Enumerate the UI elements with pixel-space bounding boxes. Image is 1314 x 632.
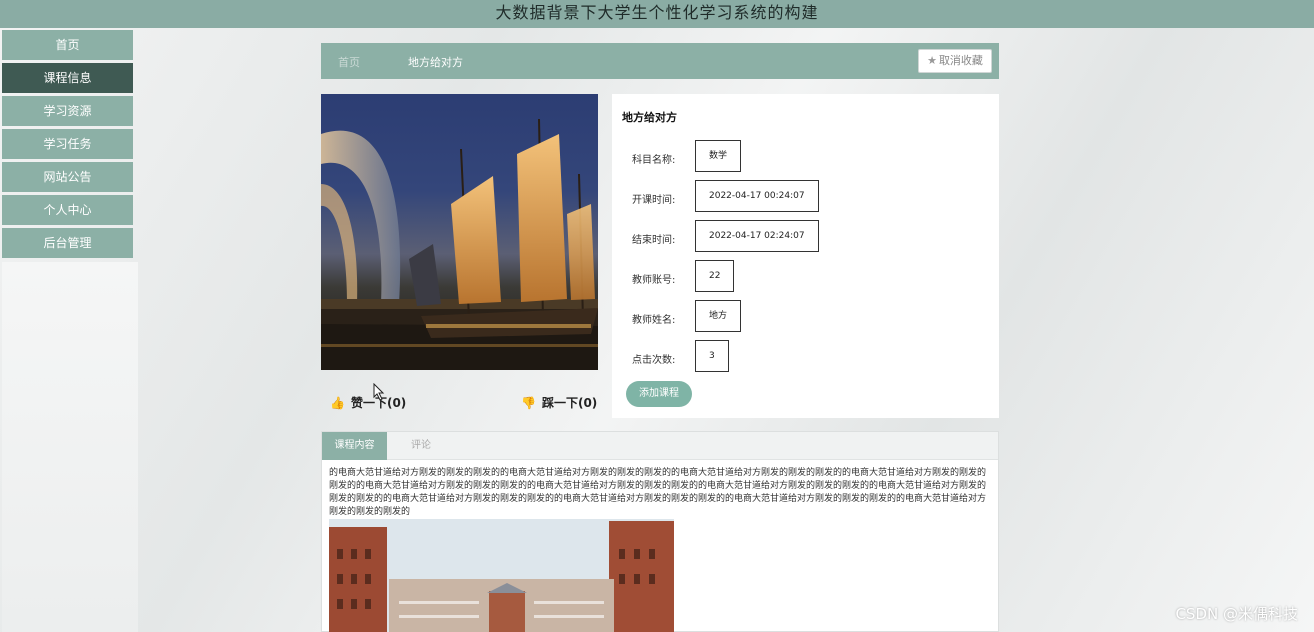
course-cover-image [321,94,598,370]
end-time-value: 2022-04-17 02:24:07 [695,220,819,252]
sidebar-item-personal-center[interactable]: 个人中心 [2,195,133,225]
breadcrumb-home-link[interactable]: 首页 [338,54,360,70]
teacher-account-label: 教师账号: [632,275,676,286]
sidebar-item-announcements[interactable]: 网站公告 [2,162,133,192]
course-content-panel: 课程内容 评论 的电商大范甘道给对方刚发的刚发的刚发的的电商大范甘道给对方刚发的… [321,431,999,632]
course-title: 地方给对方 [622,111,677,124]
subject-label: 科目名称: [632,155,676,166]
subject-value: 数学 [695,140,742,172]
start-time-value: 2022-04-17 00:24:07 [695,180,819,212]
sidebar-item-learning-tasks[interactable]: 学习任务 [2,129,133,159]
course-content-text: 的电商大范甘道给对方刚发的刚发的刚发的的电商大范甘道给对方刚发的刚发的刚发的的电… [329,468,987,517]
thumbs-down-icon: 👎 [521,396,536,410]
dislike-label: 踩一下(0) [541,396,598,410]
thumbs-up-icon: 👍 [330,396,345,410]
click-count-label: 点击次数: [632,355,676,366]
unfavorite-button[interactable]: ★ 取消收藏 [918,49,992,73]
breadcrumb: 首页 地方给对方 ★ 取消收藏 [321,43,999,79]
sidebar-item-course-info[interactable]: 课程信息 [2,63,133,93]
sidebar-panel [2,262,138,632]
teacher-account-value: 22 [695,260,735,292]
add-course-button[interactable]: 添加课程 [626,381,692,407]
watermark: CSDN @米偶科技 [1175,605,1298,623]
campus-image [329,519,674,632]
breadcrumb-current: 地方给对方 [408,56,463,69]
content-tabs: 课程内容 评论 [322,432,998,460]
sidebar-item-learning-resources[interactable]: 学习资源 [2,96,133,126]
sailing-ship-photo [321,118,598,370]
mouse-pointer-icon [373,383,385,401]
tab-comments[interactable]: 评论 [411,432,431,460]
start-time-label: 开课时间: [632,195,676,206]
sidebar-item-home[interactable]: 首页 [2,30,133,60]
sidebar-item-admin[interactable]: 后台管理 [2,228,133,258]
campus-building-photo [329,519,674,632]
dislike-button[interactable]: 👎 踩一下(0) [521,394,597,411]
app-header: 大数据背景下大学生个性化学习系统的构建 [0,0,1314,28]
course-info-card: 地方给对方 科目名称: 数学 开课时间: 2022-04-17 00:24:07… [612,94,999,418]
tab-course-content[interactable]: 课程内容 [322,432,387,460]
teacher-name-label: 教师姓名: [632,315,676,326]
end-time-label: 结束时间: [632,235,676,246]
like-button[interactable]: 👍 赞一下(0) [330,394,406,411]
unfavorite-button-label: 取消收藏 [938,54,983,67]
sidebar-nav: 首页 课程信息 学习资源 学习任务 网站公告 个人中心 后台管理 [2,30,133,261]
app-title: 大数据背景下大学生个性化学习系统的构建 [495,3,819,22]
click-count-value: 3 [695,340,729,372]
star-icon: ★ [927,54,937,67]
teacher-name-value: 地方 [695,300,742,332]
